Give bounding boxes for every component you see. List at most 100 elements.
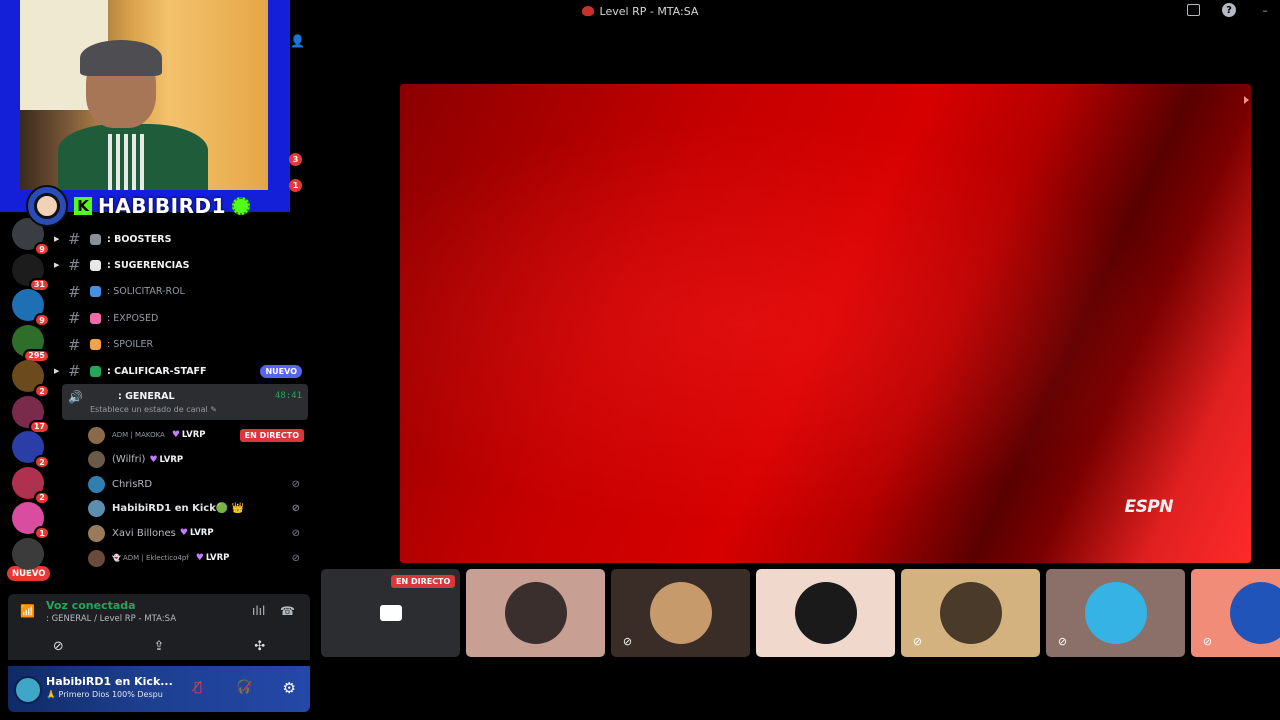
settings-gear-icon[interactable]: ⚙ [283, 679, 296, 697]
participant-tile[interactable]: ⊘ [611, 569, 750, 657]
server-icon[interactable]: 295 [12, 324, 50, 363]
speaker-icon: 🔊 [68, 390, 83, 404]
participant-tile[interactable] [466, 569, 605, 657]
window-title-text: Level RP - MTA:SA [599, 4, 699, 18]
participant-tile[interactable]: ⊘ [1046, 569, 1185, 657]
participant-tile[interactable]: EN DIRECTO [321, 569, 460, 657]
voice-status[interactable]: Voz conectada [46, 599, 136, 612]
participant-tile[interactable] [756, 569, 895, 657]
channel-name: : SOLICITAR-ROL [107, 286, 185, 298]
participant-tile[interactable]: ⊘ [1191, 569, 1280, 657]
noise-suppression-icon[interactable]: ılıl [252, 604, 265, 618]
server-badge: 9 [34, 313, 50, 327]
webcam-streamer [58, 40, 208, 190]
channel-name: : SUGERENCIAS [107, 259, 190, 271]
voice-actions: ⊘ ⇪ ✣ [8, 632, 310, 660]
live-badge: EN DIRECTO [239, 428, 304, 442]
avatar-face [34, 193, 60, 219]
camera-off-icon[interactable]: ⊘ [18, 635, 98, 657]
channel-emoji-icon [90, 286, 101, 298]
server-icon[interactable]: 31 [12, 253, 50, 292]
voice-location[interactable]: : GENERAL / Level RP - MTA:SA [46, 614, 176, 624]
stage-lighting [400, 84, 1251, 563]
streamer-avatar [26, 185, 68, 227]
add-member-icon[interactable]: 👤 [290, 34, 305, 48]
user-avatar[interactable] [14, 676, 42, 704]
mic-muted-icon: ⊘ [1057, 635, 1068, 648]
member-name: HabibiRD1 en Kick🟢 👑 [112, 503, 245, 515]
new-badge: NUEVO [260, 364, 302, 378]
hashtag-icon: # [68, 335, 81, 354]
participant-tile[interactable]: ⊘ [901, 569, 1040, 657]
channel-item[interactable]: #: SOLICITAR-ROL [52, 279, 308, 305]
help-icon[interactable]: ? [1222, 3, 1236, 17]
mic-muted-icon: ⊘ [912, 635, 923, 648]
activities-icon[interactable]: ✣ [220, 635, 300, 657]
member-avatar [88, 500, 105, 518]
member-server-tag: LVRP [149, 455, 184, 465]
server-icon[interactable]: 2 [12, 466, 50, 505]
participant-avatar [504, 582, 567, 644]
user-panel: HabibiRD1 en Kick... 🙏 Primero Dios 100%… [8, 666, 310, 712]
participant-tiles: EN DIRECTO ⊘ ⊘ ⊘ ⊘ [321, 569, 1280, 657]
channel-item[interactable]: #: EXPOSED [52, 305, 308, 331]
minimize-icon[interactable]: – [1258, 3, 1272, 17]
inbox-icon[interactable] [1187, 4, 1200, 16]
channel-emoji-icon [90, 339, 101, 351]
user-name[interactable]: HabibiRD1 en Kick... [46, 675, 173, 688]
mic-muted-icon[interactable]: 🎙̸ [194, 680, 202, 695]
channel-emoji-icon [90, 365, 101, 377]
server-icon[interactable]: 9 [12, 289, 50, 327]
server-icon[interactable]: 1 [12, 502, 50, 540]
signal-icon[interactable]: 📶 [20, 604, 35, 618]
channel-name: : EXPOSED [107, 312, 159, 324]
channel-name: : CALIFICAR-STAFF [107, 365, 207, 377]
live-badge: EN DIRECTO [391, 575, 456, 588]
kick-handle-bar: K HABIBIRD1 [26, 185, 251, 227]
expand-arrow-icon: ▶ [54, 235, 60, 243]
member-name: (Wilfri) [112, 454, 146, 466]
voice-member[interactable]: Xavi Billones LVRP ⊘ [88, 522, 308, 544]
voice-channel-general[interactable]: 🔊 : GENERAL 48:41 Establece un estado de… [62, 384, 308, 420]
member-avatar [88, 549, 105, 567]
disconnect-icon[interactable]: ☎ [280, 604, 295, 618]
server-icon[interactable] [12, 537, 44, 570]
channel-item[interactable]: ▶ #: CALIFICAR-STAFF NUEVO [52, 358, 308, 384]
voice-member[interactable]: ADM | MAKOKA LVRP EN DIRECTO [88, 424, 308, 446]
channel-item[interactable]: #: SPOILER [52, 332, 308, 358]
voice-member[interactable]: HabibiRD1 en Kick🟢 👑 ⊘ [88, 498, 308, 520]
kick-handle: HABIBIRD1 [98, 194, 227, 218]
mic-muted-icon: ⊘ [291, 552, 300, 564]
member-name: Xavi Billones [112, 527, 176, 539]
member-server-tag: LVRP [180, 528, 214, 538]
channel-item[interactable]: ▶ #: SUGERENCIAS [52, 252, 308, 278]
share-screen-icon[interactable]: ⇪ [119, 635, 199, 657]
server-icon[interactable]: 2 [12, 360, 50, 398]
deafened-icon[interactable]: 🎧̸ [236, 680, 252, 695]
member-name: ChrisRD [112, 478, 153, 490]
user-status: 🙏 Primero Dios 100% Despu [46, 690, 163, 699]
window-controls: ? – [1187, 3, 1272, 17]
server-icon[interactable]: 2 [12, 431, 50, 469]
stream-stage[interactable]: ESPN [400, 84, 1251, 563]
member-avatar [88, 524, 105, 542]
member-avatar [88, 426, 105, 444]
voice-member[interactable]: 👻 ADM | Eklectico4pf LVRP ⊘ [88, 547, 308, 569]
expand-arrow-icon: ▶ [54, 261, 60, 270]
expand-arrow-icon: ▶ [54, 367, 60, 375]
channel-item[interactable]: ▶ #: BOOSTERS [52, 226, 308, 252]
server-rail: NUEVO 9 31 9 295 2 17 2 2 1 [0, 214, 52, 594]
voice-member[interactable]: (Wilfri)LVRP [88, 449, 308, 471]
voice-member[interactable]: ChrisRD ⊘ [88, 473, 308, 495]
server-icon[interactable]: 17 [12, 395, 50, 434]
channel-list: 🔊 : GENERAL 48:41 Establece un estado de… [52, 226, 310, 588]
channel-status-prompt[interactable]: Establece un estado de canal ✎ [90, 405, 217, 414]
streamer-cap [80, 40, 162, 76]
voice-timer: 48:41 [274, 391, 302, 401]
espn-logo: ESPN [1124, 497, 1173, 517]
hashtag-icon: # [68, 230, 81, 248]
streamer-shirt [58, 124, 208, 190]
participant-avatar [794, 582, 857, 644]
mic-muted-icon: ⊘ [291, 478, 300, 490]
participant-avatar [1229, 582, 1280, 644]
